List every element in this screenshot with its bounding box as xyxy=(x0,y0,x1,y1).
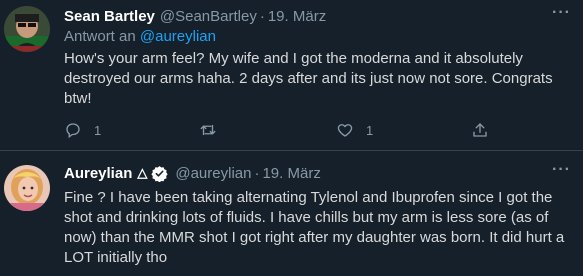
avatar-sean-bartley[interactable] xyxy=(4,6,50,52)
tweet-text: How's your arm feel? My wife and I got t… xyxy=(64,50,553,107)
tweet-header: Sean Bartley @SeanBartley · 19. März ··· xyxy=(64,5,571,26)
replying-prefix: Antwort an xyxy=(64,28,136,45)
share-button[interactable] xyxy=(471,119,489,141)
tweet-header: Aureylian △ @aureylian · 19. März ··· xyxy=(64,162,571,183)
like-icon xyxy=(337,124,353,137)
separator-dot: · xyxy=(254,164,260,182)
display-name[interactable]: Aureylian xyxy=(64,165,132,182)
separator-dot: · xyxy=(259,7,265,25)
retweet-icon xyxy=(200,124,216,136)
tweet-aureylian[interactable]: Aureylian △ @aureylian · 19. März ··· Fi… xyxy=(0,151,583,276)
replying-to: Antwort an @aureylian xyxy=(64,28,216,45)
like-count: 1 xyxy=(366,122,374,138)
more-icon[interactable]: ··· xyxy=(552,162,571,178)
tweet-date[interactable]: 19. März xyxy=(262,165,320,182)
user-handle[interactable]: @aureylian xyxy=(175,165,251,182)
reply-count: 1 xyxy=(94,122,102,138)
display-name[interactable]: Sean Bartley xyxy=(64,8,155,25)
tweet-actions: 1 1 xyxy=(64,119,504,141)
reply-icon xyxy=(66,123,80,139)
name-badge: △ xyxy=(137,165,148,180)
tweet-sean-bartley[interactable]: Sean Bartley @SeanBartley · 19. März ···… xyxy=(0,0,583,150)
share-icon xyxy=(473,123,487,137)
verified-icon xyxy=(151,165,169,182)
more-icon[interactable]: ··· xyxy=(552,5,571,21)
avatar-aureylian[interactable] xyxy=(4,165,50,211)
like-button[interactable]: 1 xyxy=(336,119,373,141)
replying-mention-link[interactable]: @aureylian xyxy=(140,28,216,45)
tweet-date[interactable]: 19. März xyxy=(268,8,326,25)
retweet-button[interactable] xyxy=(198,119,230,141)
tweet-text: Fine ? I have been taking alternating Ty… xyxy=(64,189,565,266)
reply-button[interactable]: 1 xyxy=(64,119,101,141)
user-handle[interactable]: @SeanBartley xyxy=(160,8,257,25)
